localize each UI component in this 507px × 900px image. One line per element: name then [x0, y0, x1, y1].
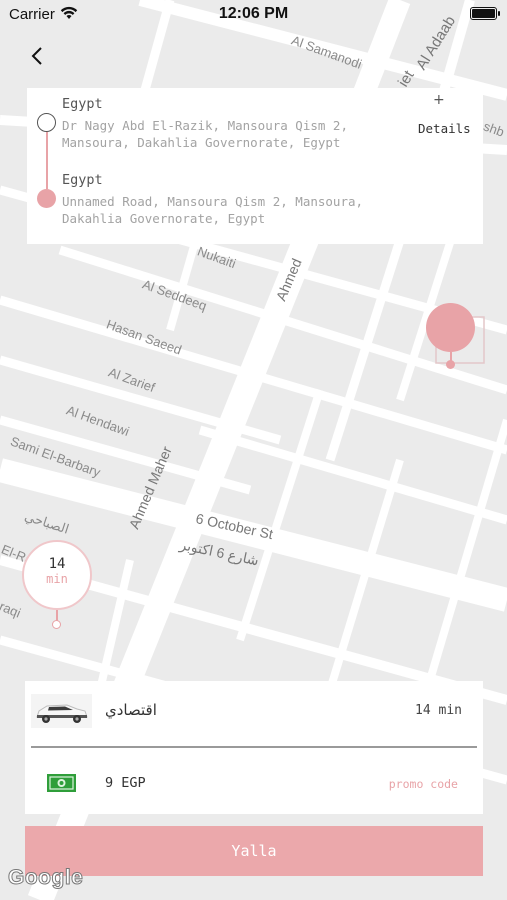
ride-panel: اقتصادي 14 min 9 EGP promo code: [25, 681, 483, 814]
status-bar: Carrier 12:06 PM: [0, 0, 507, 30]
divider: [31, 746, 477, 748]
yalla-button[interactable]: Yalla: [25, 826, 483, 876]
ride-eta: 14 min: [415, 703, 462, 718]
route-connector: [45, 132, 48, 189]
route-card: Egypt Dr Nagy Abd El-Razik, Mansoura Qis…: [27, 88, 483, 244]
destination-address[interactable]: Unnamed Road, Mansoura Qism 2, Mansoura,…: [62, 193, 382, 227]
details-button[interactable]: Details: [418, 121, 471, 136]
destination-marker-icon: [37, 189, 56, 208]
origin-address[interactable]: Dr Nagy Abd El-Razik, Mansoura Qism 2, M…: [62, 117, 382, 151]
clock: 12:06 PM: [218, 5, 289, 22]
google-logo: Google: [7, 866, 84, 890]
back-chevron-icon[interactable]: [27, 44, 49, 68]
origin-pin[interactable]: 14 min: [22, 540, 92, 610]
add-stop-button[interactable]: +: [433, 92, 445, 108]
destination-title: Egypt: [62, 172, 103, 188]
car-icon: [31, 694, 92, 728]
origin-marker-icon: [37, 113, 56, 132]
battery-icon: [470, 7, 500, 20]
promo-code-link[interactable]: promo code: [389, 777, 458, 791]
origin-pin-eta-value: 14: [48, 556, 66, 572]
destination-pin[interactable]: [426, 303, 475, 352]
ride-type-name[interactable]: اقتصادي: [105, 701, 157, 719]
destination-pin-dot: [446, 360, 455, 369]
origin-title: Egypt: [62, 96, 103, 112]
origin-pin-dot: [52, 620, 61, 629]
origin-pin-eta-unit: min: [46, 572, 68, 586]
fare-amount: 9 EGP: [105, 775, 146, 791]
cash-icon: [47, 774, 76, 792]
